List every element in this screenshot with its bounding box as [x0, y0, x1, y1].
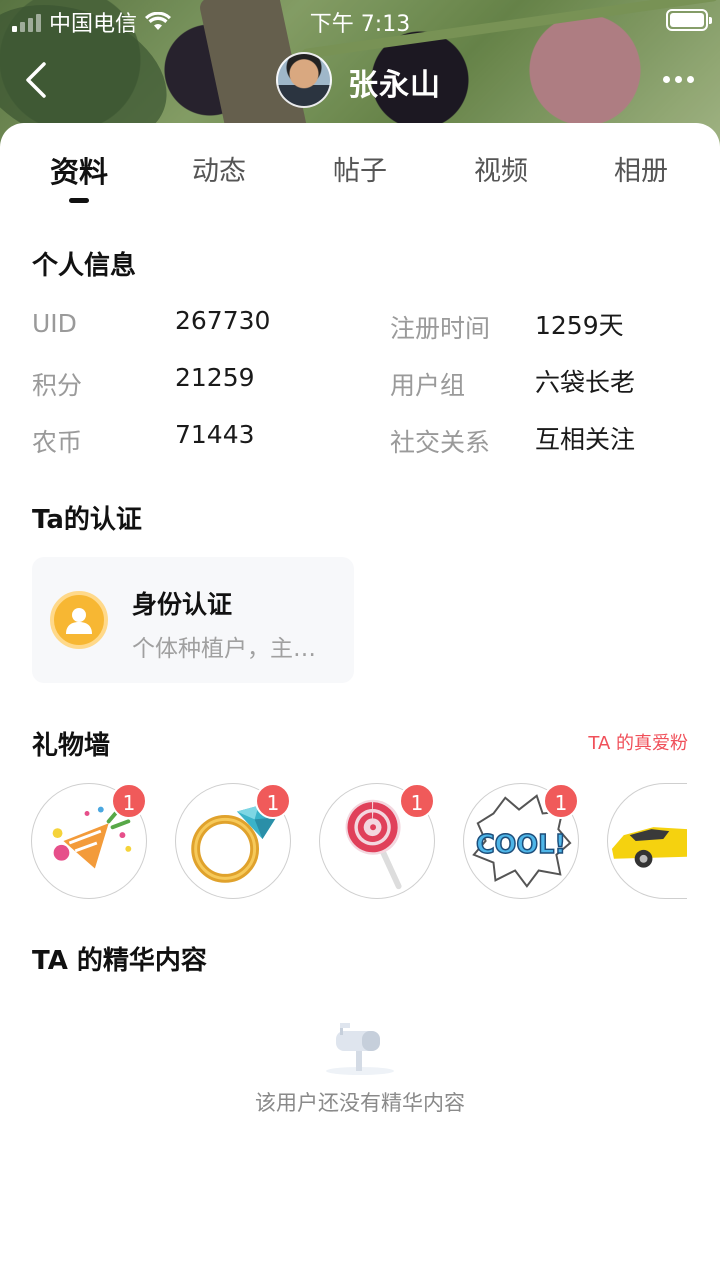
info-label-uid: UID [32, 309, 77, 338]
mailbox-icon [322, 1021, 398, 1077]
certification-card-title: 身份认证 [132, 590, 233, 619]
nav-bar: 张永山 [0, 50, 720, 110]
info-value-social: 互相关注 [535, 425, 636, 454]
avatar[interactable] [276, 52, 332, 108]
info-label-points: 积分 [32, 371, 83, 400]
certification-card-desc: 个体种植户，主… [132, 636, 316, 662]
svg-text:COOL!: COOL! [476, 830, 566, 860]
gift-count-badge: 1 [543, 783, 579, 819]
battery-icon [666, 9, 712, 31]
user-icon [50, 591, 108, 649]
status-bar: 中国电信 下午 7:13 [0, 0, 720, 40]
profile-content-card: 资料 动态 帖子 视频 相册 个人信息 UID 267730 注册时间 1259… [0, 123, 720, 1280]
true-fans-link[interactable]: TA 的真爱粉 [588, 729, 688, 755]
featured-title: TA 的精华内容 [32, 946, 207, 976]
tab-posts[interactable]: 帖子 [300, 149, 420, 188]
tab-videos[interactable]: 视频 [441, 149, 561, 188]
tab-indicator [69, 198, 89, 203]
info-label-user-group: 用户组 [390, 371, 466, 400]
identity-certification-card[interactable]: 身份认证 个体种植户，主… [32, 557, 354, 683]
gift-count-badge: 1 [255, 783, 291, 819]
gift-count-badge: 1 [399, 783, 435, 819]
info-label-coins: 农币 [32, 428, 83, 457]
tab-bar: 资料 动态 帖子 视频 相册 [0, 143, 720, 213]
gift-count-badge: 1 [111, 783, 147, 819]
certification-title: Ta的认证 [32, 505, 142, 535]
empty-state-text: 该用户还没有精华内容 [255, 1091, 465, 1115]
info-value-uid: 267730 [175, 306, 271, 335]
tab-albums[interactable]: 相册 [581, 149, 701, 188]
personal-info-title: 个人信息 [32, 251, 137, 281]
more-options-icon[interactable] [663, 76, 694, 83]
info-value-points: 21259 [175, 363, 255, 392]
info-value-coins: 71443 [175, 420, 255, 449]
back-arrow-icon[interactable] [18, 60, 58, 100]
tab-profile[interactable]: 资料 [19, 149, 139, 191]
status-time: 下午 7:13 [309, 12, 411, 37]
info-value-registered: 1259天 [535, 311, 624, 340]
info-value-user-group: 六袋长老 [535, 368, 636, 397]
gift-wall-title: 礼物墙 [32, 731, 111, 761]
sports-car-icon[interactable] [607, 783, 687, 899]
info-label-registered: 注册时间 [390, 314, 491, 343]
tab-activity[interactable]: 动态 [159, 149, 279, 188]
profile-name: 张永山 [348, 68, 441, 103]
info-label-social: 社交关系 [390, 428, 491, 457]
